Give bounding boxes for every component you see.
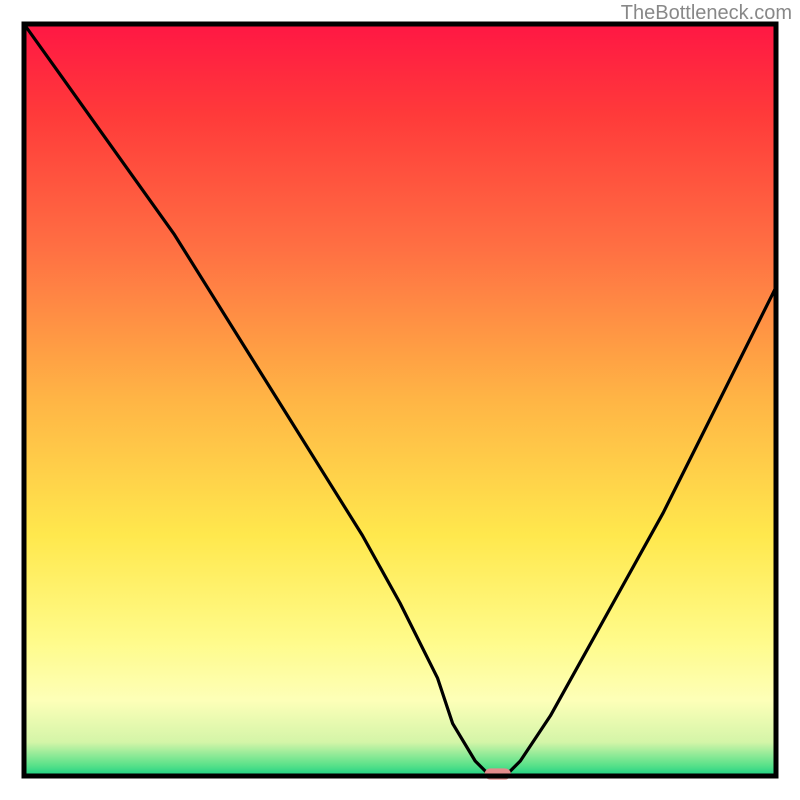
watermark-text: TheBottleneck.com xyxy=(621,2,792,25)
chart-container: TheBottleneck.com xyxy=(0,0,800,800)
plot-background xyxy=(24,24,776,776)
bottleneck-chart xyxy=(0,0,800,800)
